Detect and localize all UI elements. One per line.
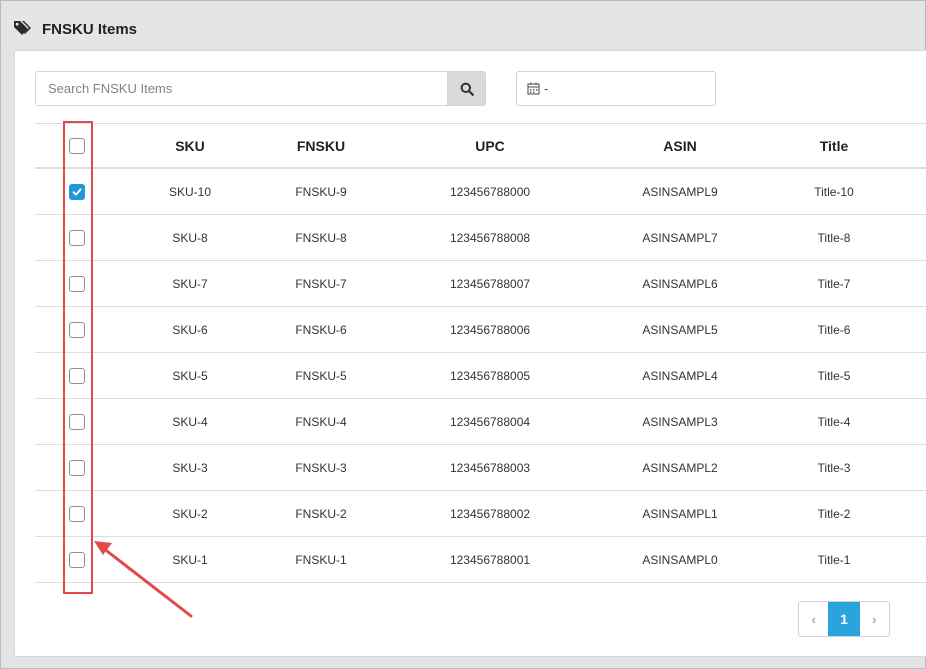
- cell-sku: SKU-2: [172, 506, 208, 521]
- column-header-fnsku[interactable]: FNSKU: [280, 124, 362, 167]
- cell-asin: ASINSAMPL3: [642, 414, 718, 429]
- cell-sku: SKU-8: [172, 230, 208, 245]
- cell-title: Title-4: [817, 414, 851, 429]
- tag-icon: [14, 21, 31, 35]
- table-row[interactable]: SKU-2 FNSKU-2 123456788002 ASINSAMPL1 Title-…: [35, 491, 926, 537]
- cell-title: Title-1: [817, 552, 851, 567]
- checkbox-column-highlight: [63, 121, 93, 594]
- table-row[interactable]: SKU-6 FNSKU-6 123456788006 ASINSAMPL5 Title-…: [35, 307, 926, 353]
- cell-sku: SKU-4: [172, 414, 208, 429]
- column-header-asin[interactable]: ASIN: [625, 124, 735, 167]
- cell-fnsku: FNSKU-3: [295, 460, 347, 475]
- table-body: SKU-10 FNSKU-9 123456788000 ASINSAMPL9 Title…: [35, 169, 926, 583]
- items-panel: - SKU FNSKU UPC ASIN Title SKU-10 FNSKU-9…: [14, 50, 926, 657]
- cell-fnsku: FNSKU-6: [295, 322, 347, 337]
- date-range-value: -: [544, 81, 549, 96]
- cell-upc: 123456788005: [449, 368, 531, 383]
- table-row[interactable]: SKU-7 FNSKU-7 123456788007 ASINSAMPL6 Title-…: [35, 261, 926, 307]
- cell-sku: SKU-3: [172, 460, 208, 475]
- calendar-icon: [527, 82, 540, 95]
- cell-fnsku: FNSKU-9: [295, 184, 347, 199]
- column-header-title[interactable]: Title: [795, 124, 873, 167]
- cell-title: Title-7: [817, 276, 851, 291]
- cell-fnsku: FNSKU-5: [295, 368, 347, 383]
- cell-title: Title-5: [817, 368, 851, 383]
- prev-page-button[interactable]: ‹: [799, 602, 828, 636]
- cell-sku: SKU-1: [172, 552, 208, 567]
- cell-title: Title-8: [817, 230, 851, 245]
- table-row[interactable]: SKU-1 FNSKU-1 123456788001 ASINSAMPL0 Title-…: [35, 537, 926, 583]
- cell-asin: ASINSAMPL4: [642, 368, 718, 383]
- search-button[interactable]: [447, 71, 486, 106]
- pagination: ‹ 1 ›: [798, 601, 890, 637]
- page-title: FNSKU Items: [42, 21, 138, 38]
- search-input[interactable]: [35, 71, 447, 106]
- page-header: FNSKU Items: [1, 1, 923, 49]
- cell-title: Title-6: [817, 322, 851, 337]
- table-row[interactable]: SKU-10 FNSKU-9 123456788000 ASINSAMPL9 Title…: [35, 169, 926, 215]
- cell-asin: ASINSAMPL9: [642, 184, 718, 199]
- cell-upc: 123456788004: [449, 414, 531, 429]
- cell-fnsku: FNSKU-1: [295, 552, 347, 567]
- column-header-sku[interactable]: SKU: [155, 124, 225, 167]
- cell-title: Title-2: [817, 506, 851, 521]
- cell-asin: ASINSAMPL6: [642, 276, 718, 291]
- cell-upc: 123456788008: [449, 230, 531, 245]
- date-range-field[interactable]: -: [516, 71, 716, 106]
- page-1-button[interactable]: 1: [828, 602, 860, 636]
- table-row[interactable]: SKU-3 FNSKU-3 123456788003 ASINSAMPL2 Title-…: [35, 445, 926, 491]
- table-header: SKU FNSKU UPC ASIN Title: [35, 123, 926, 169]
- cell-asin: ASINSAMPL0: [642, 552, 718, 567]
- cell-fnsku: FNSKU-7: [295, 276, 347, 291]
- column-header-upc[interactable]: UPC: [430, 124, 550, 167]
- cell-upc: 123456788006: [449, 322, 531, 337]
- cell-fnsku: FNSKU-8: [295, 230, 347, 245]
- next-page-button[interactable]: ›: [860, 602, 889, 636]
- cell-asin: ASINSAMPL5: [642, 322, 718, 337]
- table-row[interactable]: SKU-4 FNSKU-4 123456788004 ASINSAMPL3 Title-…: [35, 399, 926, 445]
- search-icon: [460, 82, 474, 96]
- cell-title: Title-10: [814, 184, 854, 199]
- cell-upc: 123456788001: [449, 552, 531, 567]
- cell-asin: ASINSAMPL2: [642, 460, 718, 475]
- cell-upc: 123456788003: [449, 460, 531, 475]
- cell-fnsku: FNSKU-4: [295, 414, 347, 429]
- cell-asin: ASINSAMPL7: [642, 230, 718, 245]
- cell-sku: SKU-10: [168, 184, 212, 199]
- cell-title: Title-3: [817, 460, 851, 475]
- cell-fnsku: FNSKU-2: [295, 506, 347, 521]
- cell-upc: 123456788007: [449, 276, 531, 291]
- table-row[interactable]: SKU-5 FNSKU-5 123456788005 ASINSAMPL4 Title-…: [35, 353, 926, 399]
- cell-asin: ASINSAMPL1: [642, 506, 718, 521]
- items-table: SKU FNSKU UPC ASIN Title SKU-10 FNSKU-9 12…: [35, 123, 926, 583]
- table-row[interactable]: SKU-8 FNSKU-8 123456788008 ASINSAMPL7 Title-…: [35, 215, 926, 261]
- cell-upc: 123456788002: [449, 506, 531, 521]
- cell-sku: SKU-5: [172, 368, 208, 383]
- cell-upc: 123456788000: [449, 184, 531, 199]
- cell-sku: SKU-7: [172, 276, 208, 291]
- cell-sku: SKU-6: [172, 322, 208, 337]
